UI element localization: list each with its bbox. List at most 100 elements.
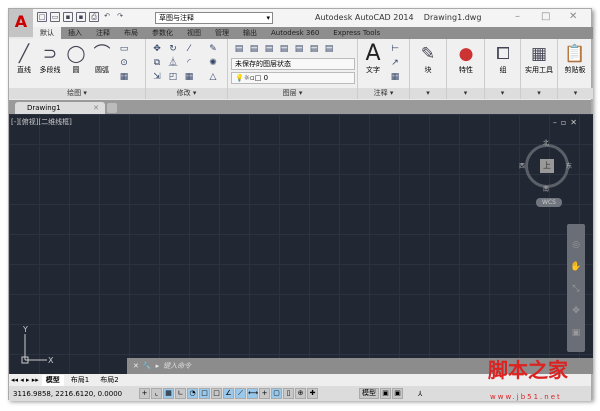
annotation-panel-label[interactable]: 注释 ▾ [358, 88, 409, 99]
model-button[interactable]: 模型 [359, 388, 379, 399]
command-prompt-icon[interactable]: ▸ [156, 362, 160, 370]
navigation-bar[interactable]: ◎ ✋ ⤡ ✥ ▣ [567, 224, 585, 352]
workspace-dropdown[interactable]: 草图与注释 ▾ [155, 12, 273, 24]
layer-properties-icon[interactable]: ▤ [232, 43, 246, 55]
lineweight-toggle[interactable]: + [259, 388, 270, 399]
compass-west[interactable]: 西 [519, 161, 525, 170]
text-button[interactable]: A 文字 [358, 43, 388, 75]
clipboard-panel-expand[interactable]: ▾ [558, 88, 593, 99]
otrack-toggle[interactable]: ∠ [223, 388, 234, 399]
trim-icon[interactable]: ⁄ [182, 43, 196, 55]
tab-layout1[interactable]: 布局1 [67, 375, 93, 386]
tab-output[interactable]: 输出 [236, 27, 264, 39]
dyn-toggle[interactable]: ⟷ [247, 388, 258, 399]
new-tab-button[interactable] [107, 103, 117, 113]
tab-layout2[interactable]: 布局2 [96, 375, 122, 386]
close-button[interactable]: ✕ [569, 11, 577, 22]
document-tab[interactable]: Drawing1 ✕ [15, 102, 105, 114]
compass-east[interactable]: 东 [566, 161, 572, 170]
close-tab-icon[interactable]: ✕ [93, 102, 99, 114]
draw-panel-label[interactable]: 绘图 ▾ [9, 88, 145, 99]
wcs-menu[interactable]: WCS [536, 198, 562, 207]
showmotion-icon[interactable]: ▣ [567, 322, 585, 344]
tab-annotate[interactable]: 注释 [89, 27, 117, 39]
dimension-icon[interactable]: ⊢ [388, 43, 402, 55]
selection-cycling-toggle[interactable]: ⊕ [295, 388, 306, 399]
snap-toggle[interactable]: ⌞ [151, 388, 162, 399]
offset-icon[interactable]: △ [206, 71, 220, 83]
tab-home[interactable]: 默认 [33, 27, 61, 39]
block-button[interactable]: ✎ 块 [413, 43, 443, 75]
tab-model[interactable]: 模型 [41, 374, 64, 386]
layer-icon[interactable]: ▤ [292, 43, 306, 55]
ducs-toggle[interactable]: ⟋ [235, 388, 246, 399]
fillet-icon[interactable]: ◜ [182, 57, 196, 69]
scale-icon[interactable]: ◰ [166, 71, 180, 83]
save-icon[interactable]: ▪ [63, 12, 73, 22]
pan-icon[interactable]: ✋ [567, 256, 585, 278]
tab-manage[interactable]: 管理 [208, 27, 236, 39]
modify-panel-label[interactable]: 修改 ▾ [146, 88, 227, 99]
new-icon[interactable]: □ [37, 12, 47, 22]
tab-express-tools[interactable]: Express Tools [326, 27, 387, 39]
explode-icon[interactable]: ✺ [206, 57, 220, 69]
layout-nav-arrows[interactable]: ◂◂ ◂ ▸ ▸▸ [11, 376, 39, 384]
rotate-icon[interactable]: ↻ [166, 43, 180, 55]
properties-button[interactable]: ● 特性 [451, 43, 481, 75]
rectangle-icon[interactable]: ▭ [117, 43, 131, 55]
viewport-controls[interactable]: [-][俯视][二维线框] [11, 117, 72, 127]
polar-toggle[interactable]: ◔ [187, 388, 198, 399]
3d-osnap-toggle[interactable]: □ [211, 388, 222, 399]
ellipse-icon[interactable]: ⊙ [117, 57, 131, 69]
leader-icon[interactable]: ↗ [388, 57, 402, 69]
copy-icon[interactable]: ⧉ [150, 57, 164, 69]
print-icon[interactable]: ⎙ [89, 12, 99, 22]
compass-north[interactable]: 北 [543, 138, 549, 147]
erase-icon[interactable]: ✎ [206, 43, 220, 55]
layer-icon[interactable]: ▤ [307, 43, 321, 55]
orbit-icon[interactable]: ✥ [567, 300, 585, 322]
undo-icon[interactable]: ↶ [102, 12, 112, 22]
stretch-icon[interactable]: ⇲ [150, 71, 164, 83]
drawing-area[interactable]: [-][俯视][二维线框] –▫✕ 上 北 南 东 西 WCS ◎ ✋ ⤡ ✥ ▣ YX… [9, 114, 593, 374]
compass-south[interactable]: 南 [543, 184, 549, 193]
layer-dropdown[interactable]: 💡☼▫□ 0 [231, 72, 355, 84]
quick-view-layouts-icon[interactable]: ▣ [380, 388, 391, 399]
tab-view[interactable]: 视图 [180, 27, 208, 39]
tab-layout[interactable]: 布局 [117, 27, 145, 39]
infer-constraints-toggle[interactable]: + [139, 388, 150, 399]
groups-panel-expand[interactable]: ▾ [485, 88, 520, 99]
clipboard-button[interactable]: 📋 剪贴板 [560, 43, 590, 75]
properties-panel-expand[interactable]: ▾ [447, 88, 484, 99]
zoom-icon[interactable]: ⤡ [567, 278, 585, 300]
annotation-monitor-toggle[interactable]: ✚ [307, 388, 318, 399]
tab-parametric[interactable]: 参数化 [145, 27, 180, 39]
ortho-toggle[interactable]: ∟ [175, 388, 186, 399]
hatch-icon[interactable]: ▦ [117, 71, 131, 83]
move-icon[interactable]: ✥ [150, 43, 164, 55]
minimize-button[interactable]: – [515, 11, 520, 22]
table-icon[interactable]: ▦ [388, 71, 402, 83]
layer-icon[interactable]: ▤ [247, 43, 261, 55]
mirror-icon[interactable]: ⏅ [166, 57, 180, 69]
layer-icon[interactable]: ▤ [322, 43, 336, 55]
tab-insert[interactable]: 插入 [61, 27, 89, 39]
open-icon[interactable]: ▭ [50, 12, 60, 22]
customize-icon[interactable]: 🔧 [143, 362, 152, 370]
command-input[interactable]: 键入命令 [163, 361, 191, 371]
annotation-scale-icon[interactable]: ⅄ [418, 390, 422, 398]
array-icon[interactable]: ▦ [182, 71, 196, 83]
arc-button[interactable]: ⌒ 圆弧 [87, 43, 117, 75]
viewcube-top-face[interactable]: 上 [540, 159, 554, 173]
layer-icon[interactable]: ▤ [262, 43, 276, 55]
group-button[interactable]: ⧠ 组 [488, 43, 518, 75]
osnap-toggle[interactable]: □ [199, 388, 210, 399]
utilities-button[interactable]: ▦ 实用工具 [524, 43, 554, 75]
viewcube[interactable]: 上 北 南 东 西 [519, 140, 572, 193]
quick-view-drawings-icon[interactable]: ▣ [392, 388, 403, 399]
maximize-button[interactable]: □ [541, 11, 550, 22]
steering-wheel-icon[interactable]: ◎ [567, 234, 585, 256]
close-command-icon[interactable]: ✕ [133, 362, 139, 370]
tab-autodesk-360[interactable]: Autodesk 360 [264, 27, 326, 39]
quick-properties-toggle[interactable]: ▯ [283, 388, 294, 399]
